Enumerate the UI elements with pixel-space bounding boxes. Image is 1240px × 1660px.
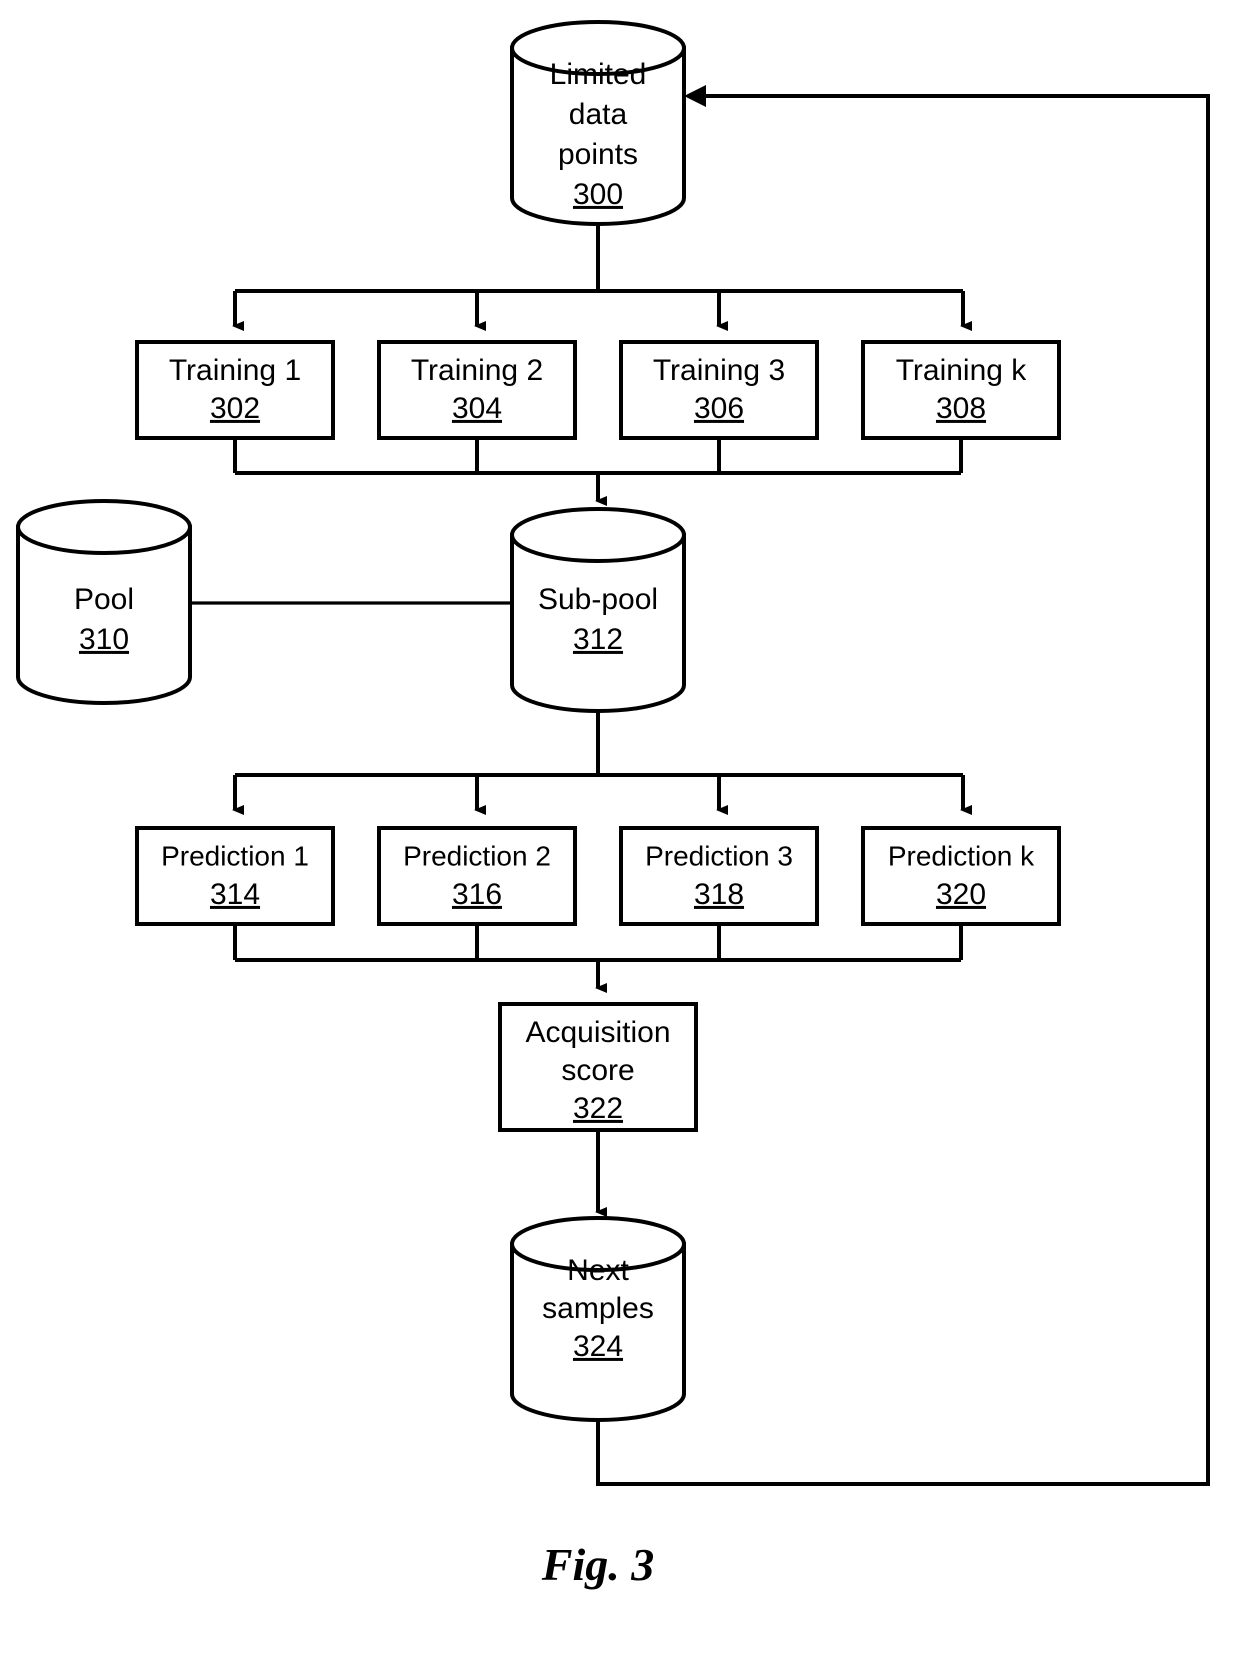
prediction-3-label: Prediction 3 bbox=[645, 840, 793, 871]
connector-prediction-to-acquisition bbox=[233, 924, 963, 993]
node-subpool: Sub-pool 312 bbox=[510, 507, 686, 713]
limited-data-ref: 300 bbox=[573, 178, 623, 211]
figure-root: Limited data points 300 Training 1 302 T… bbox=[0, 0, 1240, 1660]
limited-data-line2: data bbox=[569, 98, 628, 131]
connector-feedback-loop bbox=[596, 85, 1210, 1486]
node-pool: Pool 310 bbox=[16, 499, 192, 705]
training-3-label: Training 3 bbox=[653, 354, 785, 387]
training-3-ref: 306 bbox=[694, 392, 744, 425]
node-training-k: Training k 308 bbox=[861, 340, 1061, 440]
connector-limited-to-training bbox=[232, 224, 972, 331]
prediction-2-ref: 316 bbox=[452, 878, 502, 911]
acquisition-line2: score bbox=[561, 1054, 634, 1087]
next-samples-ref: 324 bbox=[573, 1330, 623, 1363]
node-prediction-2: Prediction 2 316 bbox=[377, 826, 577, 926]
training-1-ref: 302 bbox=[210, 392, 260, 425]
subpool-label: Sub-pool bbox=[538, 583, 658, 616]
pool-label: Pool bbox=[74, 583, 134, 616]
node-prediction-3: Prediction 3 318 bbox=[619, 826, 819, 926]
subpool-ref: 312 bbox=[573, 623, 623, 656]
limited-data-line1: Limited bbox=[550, 58, 647, 91]
acquisition-ref: 322 bbox=[573, 1092, 623, 1125]
training-k-ref: 308 bbox=[936, 392, 986, 425]
training-k-label: Training k bbox=[896, 354, 1028, 387]
acquisition-line1: Acquisition bbox=[525, 1016, 670, 1049]
limited-data-line3: points bbox=[558, 138, 638, 171]
prediction-1-ref: 314 bbox=[210, 878, 260, 911]
prediction-k-label: Prediction k bbox=[888, 840, 1035, 871]
connector-subpool-to-prediction bbox=[232, 711, 972, 815]
node-training-3: Training 3 306 bbox=[619, 340, 819, 440]
pool-ref: 310 bbox=[79, 623, 129, 656]
node-next-samples: Next samples 324 bbox=[510, 1216, 686, 1422]
next-samples-line2: samples bbox=[542, 1292, 654, 1325]
next-samples-line1: Next bbox=[567, 1254, 629, 1287]
node-acquisition-score: Acquisition score 322 bbox=[498, 1002, 698, 1132]
training-2-ref: 304 bbox=[452, 392, 502, 425]
prediction-1-label: Prediction 1 bbox=[161, 840, 309, 871]
flowchart-diagram: Limited data points 300 Training 1 302 T… bbox=[16, 20, 1210, 1590]
node-training-1: Training 1 302 bbox=[135, 340, 335, 440]
node-training-2: Training 2 304 bbox=[377, 340, 577, 440]
figure-caption: Fig. 3 bbox=[541, 1539, 654, 1590]
prediction-k-ref: 320 bbox=[936, 878, 986, 911]
node-limited-data-points: Limited data points 300 bbox=[510, 20, 686, 226]
node-prediction-1: Prediction 1 314 bbox=[135, 826, 335, 926]
prediction-2-label: Prediction 2 bbox=[403, 840, 551, 871]
node-prediction-k: Prediction k 320 bbox=[861, 826, 1061, 926]
training-2-label: Training 2 bbox=[411, 354, 543, 387]
prediction-3-ref: 318 bbox=[694, 878, 744, 911]
connector-training-to-subpool bbox=[233, 438, 963, 506]
training-1-label: Training 1 bbox=[169, 354, 301, 387]
